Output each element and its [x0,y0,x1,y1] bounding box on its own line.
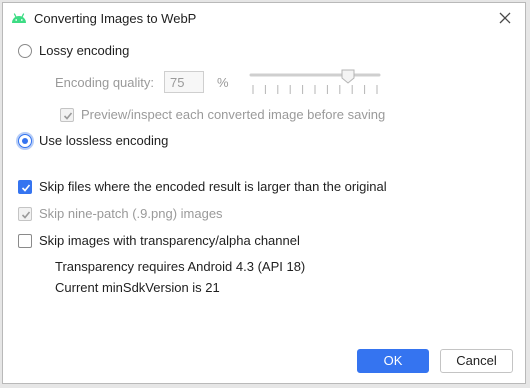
cancel-button[interactable]: Cancel [440,349,513,373]
skip-transparency-label: Skip images with transparency/alpha chan… [39,233,300,248]
skip-larger-label: Skip files where the encoded result is l… [39,179,387,194]
webp-conversion-dialog: Converting Images to WebP Lossy encoding… [2,2,526,384]
lossless-encoding-radio[interactable] [18,133,32,148]
lossy-encoding-radio[interactable] [18,43,32,58]
encoding-quality-slider[interactable] [249,68,381,100]
close-icon[interactable] [495,8,515,28]
android-icon [11,11,27,25]
lossy-encoding-option[interactable]: Lossy encoding [18,43,129,58]
skip-ninepatch-option[interactable]: Skip nine-patch (.9.png) images [18,206,223,221]
skip-transparency-checkbox[interactable] [18,233,32,248]
preview-option[interactable]: Preview/inspect each converted image bef… [60,107,385,122]
preview-label: Preview/inspect each converted image bef… [81,107,386,122]
slider-ticks [252,85,378,94]
lossy-encoding-label: Lossy encoding [39,43,130,58]
encoding-quality-unit: % [217,74,229,90]
skip-larger-option[interactable]: Skip files where the encoded result is l… [18,179,387,194]
skip-transparency-option[interactable]: Skip images with transparency/alpha chan… [18,233,300,248]
ok-button[interactable]: OK [357,349,429,373]
encoding-quality-input[interactable] [164,71,205,93]
preview-checkbox[interactable] [60,107,74,122]
skip-larger-checkbox[interactable] [18,179,32,194]
title-bar: Converting Images to WebP [3,3,525,33]
slider-thumb [341,69,355,84]
lossless-encoding-label: Use lossless encoding [39,133,169,148]
dialog-title: Converting Images to WebP [34,11,197,26]
encoding-quality-label: Encoding quality: [55,74,155,90]
transparency-note: Transparency requires Android 4.3 (API 1… [55,259,306,274]
skip-ninepatch-checkbox[interactable] [18,206,32,221]
lossless-encoding-option[interactable]: Use lossless encoding [18,133,168,148]
skip-ninepatch-label: Skip nine-patch (.9.png) images [39,206,223,221]
encoding-quality-row: Encoding quality: % [55,71,229,93]
min-sdk-note: Current minSdkVersion is 21 [55,280,220,295]
